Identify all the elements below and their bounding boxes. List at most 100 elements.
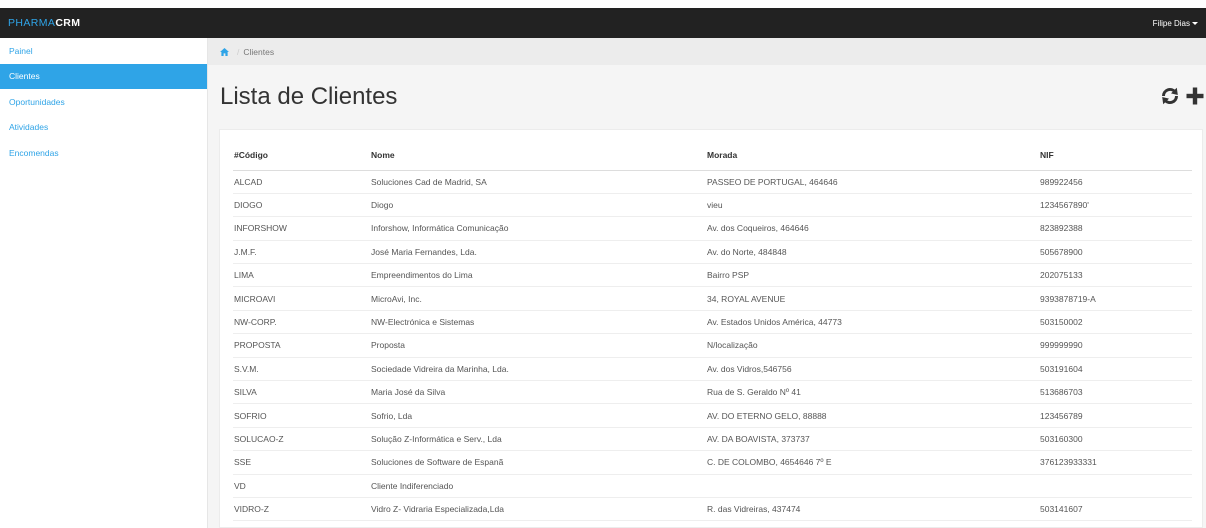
- cell-nif: 999999990: [1039, 333, 1192, 358]
- sidebar-item-atividades[interactable]: Atividades: [0, 115, 207, 141]
- table-row[interactable]: PROPOSTA Proposta N/localização 99999999…: [233, 333, 1192, 358]
- cell-nome: Empreendimentos do Lima: [370, 263, 706, 288]
- brand-text-crm: CRM: [55, 17, 81, 29]
- table-row[interactable]: ALCAD Soluciones Cad de Madrid, SA PASSE…: [233, 170, 1192, 194]
- cell-nif: 1234567890': [1039, 193, 1192, 218]
- sidebar-item-painel[interactable]: Painel: [0, 38, 207, 64]
- table-row[interactable]: INFORSHOW Inforshow, Informática Comunic…: [233, 216, 1192, 241]
- cell-morada: Av. do Norte, 484848: [706, 240, 1039, 265]
- cell-nome: Diogo: [370, 193, 706, 218]
- top-navbar: PHARMA CRM Filipe Dias: [0, 8, 1206, 38]
- sidebar-item-label: Encomendas: [9, 147, 59, 158]
- table-row[interactable]: MICROAVI MicroAvi, Inc. 34, ROYAL AVENUE…: [233, 286, 1192, 311]
- column-header-nome[interactable]: Nome: [370, 141, 706, 171]
- cell-morada: PASSEO DE PORTUGAL, 464646: [706, 170, 1039, 194]
- cell-morada: AV. DA BOAVISTA, 373737: [706, 427, 1039, 452]
- cell-nif: 513686703: [1039, 380, 1192, 405]
- cell-morada: R. das Vidreiras, 437474: [706, 497, 1039, 522]
- clients-panel: #Código Nome Morada NIF ALCAD Soluciones…: [219, 129, 1203, 528]
- sidebar: Painel Clientes Oportunidades Atividades…: [0, 38, 208, 528]
- table-row[interactable]: SSE Soluciones de Software de Espanã C. …: [233, 450, 1192, 475]
- cell-morada: [706, 474, 1039, 498]
- cell-codigo: NW-CORP.: [233, 310, 370, 335]
- cell-codigo: J.M.F.: [233, 240, 370, 265]
- cell-nome: Inforshow, Informática Comunicação: [370, 216, 706, 241]
- title-actions: [1159, 85, 1206, 107]
- table-row[interactable]: S.V.M. Sociedade Vidreira da Marinha, Ld…: [233, 357, 1192, 382]
- cell-nome: Sociedade Vidreira da Marinha, Lda.: [370, 357, 706, 382]
- user-dropdown[interactable]: Filipe Dias: [1153, 19, 1198, 28]
- table-row[interactable]: J.M.F. José Maria Fernandes, Lda. Av. do…: [233, 240, 1192, 265]
- cell-codigo: SILVA: [233, 380, 370, 405]
- table-row[interactable]: SILVA Maria José da Silva Rua de S. Gera…: [233, 380, 1192, 405]
- table-row[interactable]: SOLUCAO-Z Solução Z-Informática e Serv.,…: [233, 427, 1192, 452]
- sidebar-item-label: Painel: [9, 45, 33, 56]
- cell-codigo: LIMA: [233, 263, 370, 288]
- column-header-codigo[interactable]: #Código: [233, 141, 370, 171]
- cell-codigo: ALCAD: [233, 170, 370, 194]
- cell-nome: Vidro Z- Vidraria Especializada,Lda: [370, 497, 706, 522]
- user-name: Filipe Dias: [1152, 18, 1190, 28]
- cell-morada: Rua de S. Geraldo Nº 41: [706, 380, 1039, 405]
- table-row[interactable]: DIOGO Diogo vieu 1234567890': [233, 193, 1192, 218]
- cell-nif: 503150002: [1039, 310, 1192, 335]
- cell-nif: 376123933331: [1039, 450, 1192, 475]
- cell-nome: Sofrio, Lda: [370, 403, 706, 428]
- main-content: / Clientes Lista de Clientes #Código Nom…: [208, 38, 1206, 528]
- cell-morada: Bairro PSP: [706, 263, 1039, 288]
- table-row[interactable]: VIDRO-Z Vidro Z- Vidraria Especializada,…: [233, 497, 1192, 522]
- column-header-morada[interactable]: Morada: [706, 141, 1039, 171]
- cell-codigo: S.V.M.: [233, 357, 370, 382]
- cell-codigo: MICROAVI: [233, 286, 370, 311]
- cell-nome: Solução Z-Informática e Serv., Lda: [370, 427, 706, 452]
- cell-nome: Maria José da Silva: [370, 380, 706, 405]
- cell-morada: vieu: [706, 193, 1039, 218]
- breadcrumb-current: Clientes: [243, 46, 275, 57]
- refresh-button[interactable]: [1159, 85, 1181, 107]
- cell-nif: 989922456: [1039, 170, 1192, 194]
- breadcrumb: / Clientes: [208, 38, 1206, 65]
- app-page: PHARMA CRM Filipe Dias Painel Clientes Op…: [0, 0, 1206, 528]
- cell-codigo: SSE: [233, 450, 370, 475]
- table-header-row: #Código Nome Morada NIF: [233, 141, 1192, 171]
- cell-morada: Av. dos Vidros,546756: [706, 357, 1039, 382]
- cell-morada: Av. dos Coqueiros, 464646: [706, 216, 1039, 241]
- sidebar-item-label: Clientes: [9, 71, 40, 82]
- table-row[interactable]: NW-CORP. NW-Electrónica e Sistemas Av. E…: [233, 310, 1192, 335]
- brand-logo[interactable]: PHARMA CRM: [8, 17, 80, 29]
- cell-codigo: VIDRO-Z: [233, 497, 370, 522]
- table-row[interactable]: SOFRIO Sofrio, Lda AV. DO ETERNO GELO, 8…: [233, 403, 1192, 428]
- sidebar-item-clientes[interactable]: Clientes: [0, 63, 207, 89]
- cell-nif: 503141607: [1039, 497, 1192, 522]
- cell-nif: 9393878719-A: [1039, 286, 1192, 311]
- sidebar-item-oportunidades[interactable]: Oportunidades: [0, 89, 207, 115]
- home-icon[interactable]: [220, 47, 229, 56]
- cell-codigo: SOLUCAO-Z: [233, 427, 370, 452]
- sidebar-item-encomendas[interactable]: Encomendas: [0, 140, 207, 166]
- table-row[interactable]: LIMA Empreendimentos do Lima Bairro PSP …: [233, 263, 1192, 288]
- cell-nif: 823892388: [1039, 216, 1192, 241]
- cell-nif: [1039, 474, 1192, 498]
- cell-codigo: PROPOSTA: [233, 333, 370, 358]
- plus-icon: [1186, 87, 1204, 105]
- cell-morada: C. DE COLOMBO, 4654646 7º E: [706, 450, 1039, 475]
- table-row[interactable]: VD Cliente Indiferenciado: [233, 474, 1192, 498]
- cell-codigo: INFORSHOW: [233, 216, 370, 241]
- cell-nif: 202075133: [1039, 263, 1192, 288]
- sidebar-item-label: Atividades: [9, 122, 49, 133]
- clients-table: #Código Nome Morada NIF ALCAD Soluciones…: [233, 141, 1192, 522]
- sidebar-item-label: Oportunidades: [9, 96, 65, 107]
- cell-nif: 505678900: [1039, 240, 1192, 265]
- cell-nome: MicroAvi, Inc.: [370, 286, 706, 311]
- cell-morada: 34, ROYAL AVENUE: [706, 286, 1039, 311]
- brand-text-pharma: PHARMA: [8, 17, 56, 29]
- column-header-nif[interactable]: NIF: [1039, 141, 1192, 171]
- cell-nome: Proposta: [370, 333, 706, 358]
- cell-nome: José Maria Fernandes, Lda.: [370, 240, 706, 265]
- cell-nif: 123456789: [1039, 403, 1192, 428]
- add-client-button[interactable]: [1184, 85, 1206, 107]
- page-title: Lista de Clientes: [220, 83, 398, 110]
- title-row: Lista de Clientes: [208, 65, 1206, 129]
- caret-down-icon: [1192, 22, 1198, 25]
- cell-nome: NW-Electrónica e Sistemas: [370, 310, 706, 335]
